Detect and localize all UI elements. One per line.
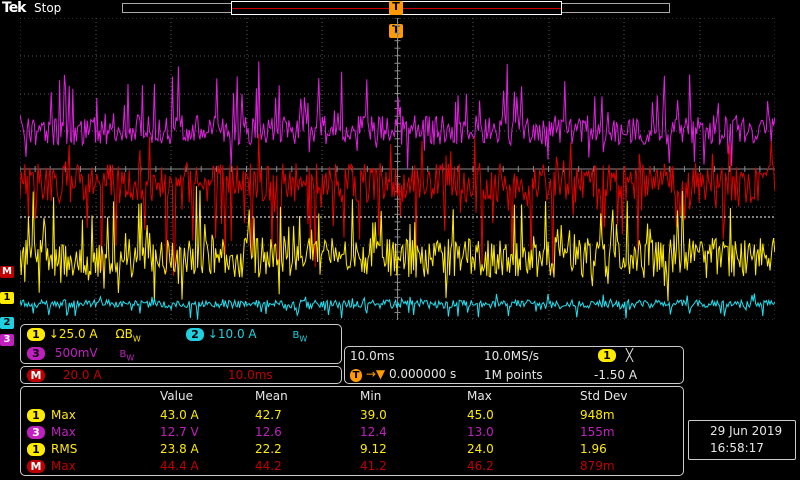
- meas-source-badge: 1: [27, 443, 45, 456]
- meas-value: 24.0: [467, 442, 494, 456]
- meas-header-1: Mean: [255, 389, 288, 403]
- meas-source-badge: M: [27, 460, 45, 473]
- meas-type: RMS: [51, 442, 78, 456]
- ch2-readout[interactable]: 2 ↓10.0 A BW: [186, 327, 307, 343]
- trigger-position-marker[interactable]: T: [389, 1, 403, 15]
- sample-rate: 10.0MS/s: [484, 349, 539, 363]
- horizontal-delay[interactable]: T →▼ 0.000000 s: [350, 367, 456, 382]
- ch2-ground-marker[interactable]: 2: [0, 317, 14, 329]
- delay-arrow-icon: →▼: [365, 367, 386, 381]
- meas-type: Max: [51, 408, 76, 422]
- meas-row-3[interactable]: M Max: [27, 459, 76, 473]
- meas-value: 23.8 A: [160, 442, 199, 456]
- meas-value: 22.2: [255, 442, 282, 456]
- meas-value: 39.0: [360, 408, 387, 422]
- run-state-label[interactable]: Stop: [34, 1, 61, 15]
- ch1-scale: ↓25.0 A: [48, 327, 98, 341]
- ch1-bw-icon: ΩB: [115, 327, 133, 341]
- meas-value: 879m: [580, 459, 615, 473]
- meas-type: Max: [51, 459, 76, 473]
- meas-value: 12.7 V: [160, 425, 199, 439]
- meas-row-0[interactable]: 1 Max: [27, 408, 76, 422]
- meas-header-0: Value: [160, 389, 193, 403]
- math-readout[interactable]: M 20.0 A: [27, 368, 102, 382]
- meas-row-1[interactable]: 3 Max: [27, 425, 76, 439]
- ch3-ground-marker[interactable]: 3: [0, 334, 14, 346]
- math-badge: M: [27, 369, 45, 382]
- time-scale: 10.0ms: [350, 349, 395, 363]
- ch3-readout[interactable]: 3 500mV BW: [27, 346, 134, 362]
- meas-value: 155m: [580, 425, 615, 439]
- meas-header-2: Min: [360, 389, 382, 403]
- delay-value: 0.000000 s: [388, 367, 457, 381]
- meas-value: 41.2: [360, 459, 387, 473]
- math-ground-marker[interactable]: M: [0, 266, 14, 278]
- trigger-level: -1.50 A: [594, 368, 638, 382]
- meas-value: 44.2: [255, 459, 282, 473]
- ch1-badge: 1: [27, 328, 45, 341]
- graticule-grid: [20, 18, 775, 320]
- meas-value: 948m: [580, 408, 615, 422]
- meas-type: Max: [51, 425, 76, 439]
- meas-source-badge: 1: [27, 409, 45, 422]
- waveform-graticule[interactable]: [20, 18, 775, 320]
- ch2-bw-sub: W: [299, 334, 308, 344]
- meas-value: 13.0: [467, 425, 494, 439]
- record-length: 1M points: [484, 368, 543, 382]
- meas-value: 12.4: [360, 425, 387, 439]
- meas-value: 43.0 A: [160, 408, 199, 422]
- ch2-badge: 2: [186, 328, 204, 341]
- ch3-badge: 3: [27, 347, 45, 360]
- meas-value: 42.7: [255, 408, 282, 422]
- trigger-readout[interactable]: 1 ╳: [598, 348, 633, 362]
- meas-header-3: Max: [467, 389, 492, 403]
- ch2-scale: ↓10.0 A: [207, 327, 257, 341]
- meas-value: 12.6: [255, 425, 282, 439]
- meas-value: 9.12: [360, 442, 387, 456]
- meas-row-2[interactable]: 1 RMS: [27, 442, 77, 456]
- delay-trigger-icon: T: [350, 369, 362, 382]
- meas-value: 44.4 A: [160, 459, 199, 473]
- time-label: 16:58:17: [710, 441, 764, 455]
- trigger-source-badge: 1: [598, 349, 616, 362]
- meas-value: 1.96: [580, 442, 607, 456]
- ch3-bw-sub: W: [126, 353, 135, 363]
- ch1-readout[interactable]: 1 ↓25.0 A ΩBW: [27, 327, 141, 343]
- date-label: 29 Jun 2019: [710, 424, 783, 438]
- ch1-bw-sub: W: [132, 334, 141, 344]
- ch1-ground-marker[interactable]: 1: [0, 292, 14, 304]
- meas-value: 45.0: [467, 408, 494, 422]
- trigger-type-icon: ╳: [625, 348, 634, 362]
- tek-logo: Tek: [2, 0, 26, 16]
- meas-value: 46.2: [467, 459, 494, 473]
- ch3-scale: 500mV: [54, 346, 98, 360]
- meas-header-4: Std Dev: [580, 389, 628, 403]
- meas-source-badge: 3: [27, 426, 45, 439]
- math-scale: 20.0 A: [62, 368, 102, 382]
- math-time: 10.0ms: [228, 368, 273, 382]
